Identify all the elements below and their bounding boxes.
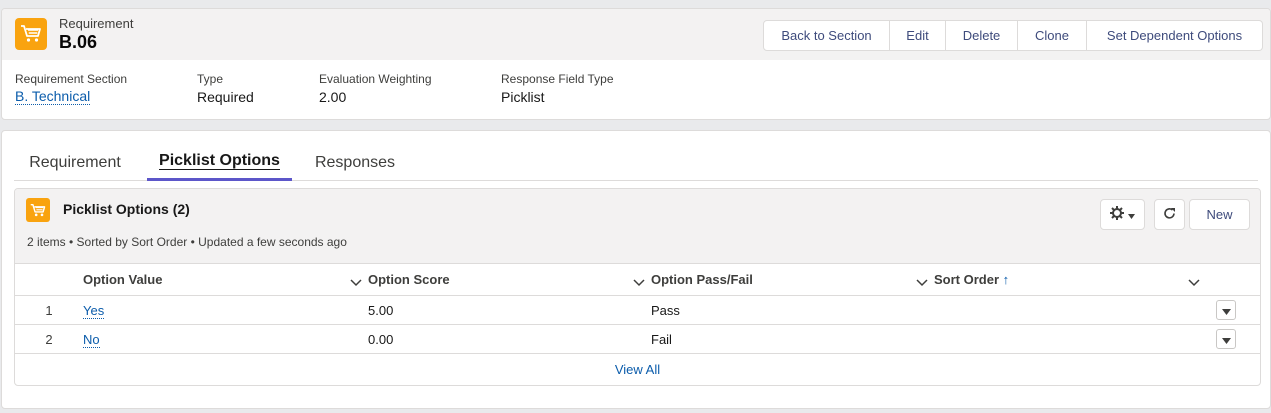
sort-order-cell [934,295,1206,325]
back-to-section-button[interactable]: Back to Section [763,20,890,51]
field-response-field-type: Response Field Type Picklist [501,72,614,105]
row-number: 2 [15,324,83,354]
row-actions-header [1206,263,1260,296]
chevron-down-icon [1221,332,1231,347]
field-type: Type Required [197,72,254,105]
option-score-cell: 0.00 [368,324,651,354]
related-list-header: Picklist Options (2) 2 items • Sorted by… [15,189,1260,263]
picklist-options-table: Option Value Option Score Option Pass/Fa… [15,263,1260,354]
sort-ascending-icon: ↑ [1002,272,1010,287]
related-list-meta: 2 items • Sorted by Sort Order • Updated… [27,235,347,249]
row-actions-cell [1206,324,1260,354]
tab-picklist-options[interactable]: Picklist Options [147,145,292,181]
cart-icon [26,198,50,222]
action-button-group: Back to Section Edit Delete Clone Set De… [763,20,1263,51]
field-evaluation-weighting: Evaluation Weighting 2.00 [319,72,432,105]
picklist-options-related-list: Picklist Options (2) 2 items • Sorted by… [14,188,1261,386]
tab-bar: Requirement Picklist Options Responses [14,145,1258,181]
row-number-header [15,263,83,296]
option-score-cell: 5.00 [368,295,651,325]
table-row: 2 No 0.00 Fail [15,324,1260,354]
sort-order-cell [934,324,1206,354]
table-header-row: Option Value Option Score Option Pass/Fa… [15,263,1260,296]
refresh-icon [1163,207,1176,223]
option-value-cell: Yes [83,295,368,325]
chevron-down-icon [1128,207,1135,222]
record-header: Requirement B.06 Back to Section Edit De… [1,8,1271,120]
row-actions-button[interactable] [1216,329,1236,349]
table-row: 1 Yes 5.00 Pass [15,295,1260,325]
edit-button[interactable]: Edit [890,20,946,51]
delete-button[interactable]: Delete [946,20,1018,51]
option-pass-fail-cell: Pass [651,295,934,325]
related-list-title[interactable]: Picklist Options (2) [63,201,190,217]
object-label: Requirement [59,16,134,31]
cart-icon [15,18,47,50]
chevron-down-icon[interactable] [633,275,645,286]
column-header-sort-order[interactable]: Sort Order ↑ [934,263,1206,296]
row-actions-button[interactable] [1216,300,1236,320]
chevron-down-icon [1221,303,1231,318]
field-requirement-section: Requirement Section B. Technical [15,72,128,105]
record-header-top: Requirement B.06 Back to Section Edit De… [2,9,1270,60]
row-actions-cell [1206,295,1260,325]
requirement-section-link[interactable]: B. Technical [15,89,91,105]
option-pass-fail-cell: Fail [651,324,934,354]
option-value-link[interactable]: Yes [83,302,105,319]
view-all-link[interactable]: View All [15,362,1260,377]
row-number: 1 [15,295,83,325]
refresh-button[interactable] [1154,199,1185,230]
column-header-option-pass-fail[interactable]: Option Pass/Fail [651,263,934,296]
tab-requirement[interactable]: Requirement [14,145,136,181]
tab-responses[interactable]: Responses [304,145,406,181]
list-settings-button[interactable] [1100,199,1145,230]
column-header-option-value[interactable]: Option Value [83,263,368,296]
column-header-option-score[interactable]: Option Score [368,263,651,296]
chevron-down-icon[interactable] [916,275,928,286]
set-dependent-options-button[interactable]: Set Dependent Options [1087,20,1263,51]
chevron-down-icon[interactable] [1188,275,1200,286]
option-value-link[interactable]: No [83,331,100,348]
option-value-cell: No [83,324,368,354]
chevron-down-icon[interactable] [350,275,362,286]
tabs-card: Requirement Picklist Options Responses P… [1,130,1271,409]
record-name: B.06 [59,32,98,52]
new-button[interactable]: New [1189,199,1250,230]
clone-button[interactable]: Clone [1018,20,1087,51]
gear-icon [1110,206,1124,223]
